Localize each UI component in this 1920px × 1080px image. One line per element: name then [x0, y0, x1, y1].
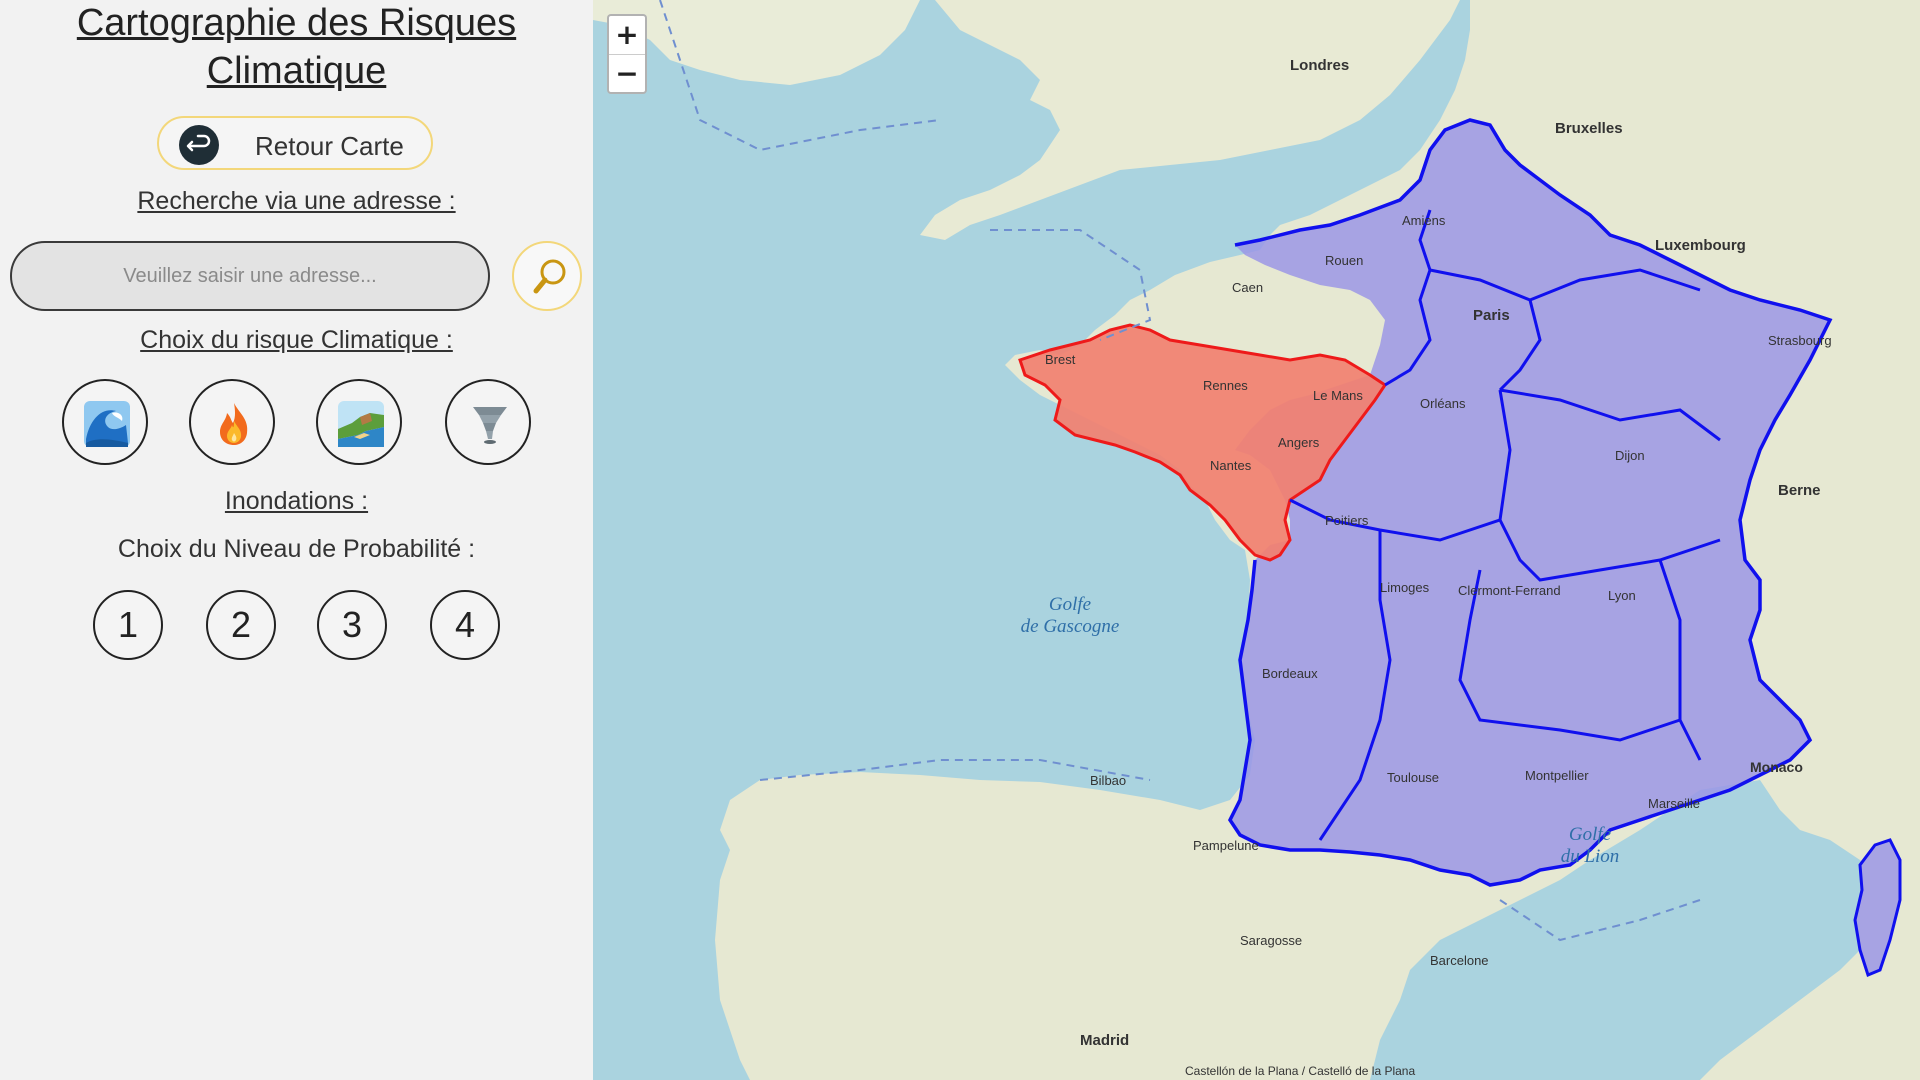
- page-title-line2: Climatique: [206, 50, 387, 92]
- zoom-control: + −: [607, 14, 647, 94]
- map-view[interactable]: Golfe de Gascogne Golfe du Lion Paris Lo…: [593, 0, 1920, 1080]
- map-attribution: Castellón de la Plana / Castelló de la P…: [1185, 1064, 1415, 1078]
- city-label: Berne: [1778, 482, 1821, 499]
- probability-level-3-button[interactable]: 3: [317, 590, 387, 660]
- city-label: Caen: [1232, 280, 1263, 295]
- sea-label-golfe2: Golfe: [1569, 824, 1611, 845]
- page-title-line1: Cartographie des Risques: [76, 2, 517, 44]
- city-label: Toulouse: [1387, 770, 1439, 785]
- zoom-in-button[interactable]: +: [609, 16, 645, 55]
- probability-level-2-button[interactable]: 2: [206, 590, 276, 660]
- city-label: Luxembourg: [1655, 237, 1746, 254]
- city-label: Bordeaux: [1262, 666, 1318, 681]
- city-label: Angers: [1278, 435, 1320, 450]
- fire-icon: [220, 403, 248, 445]
- back-to-map-button[interactable]: Retour Carte: [157, 116, 433, 170]
- risk-heading: Choix du risque Climatique :: [140, 326, 453, 354]
- city-label: Monaco: [1750, 759, 1803, 775]
- sea-label-gascogne: de Gascogne: [1021, 616, 1120, 637]
- city-label: Amiens: [1402, 213, 1446, 228]
- city-label: Brest: [1045, 352, 1076, 367]
- tornado-icon: [473, 407, 507, 444]
- search-heading: Recherche via une adresse :: [137, 187, 456, 215]
- risk-coastal-erosion-button[interactable]: [316, 379, 402, 465]
- city-label: Strasbourg: [1768, 333, 1832, 348]
- city-label: Clermont-Ferrand: [1458, 583, 1561, 598]
- zoom-out-button[interactable]: −: [609, 55, 645, 93]
- back-button-label: Retour Carte: [255, 131, 404, 161]
- city-label: Bilbao: [1090, 773, 1126, 788]
- city-label: Montpellier: [1525, 768, 1589, 783]
- city-label: Dijon: [1615, 448, 1645, 463]
- city-label: Saragosse: [1240, 933, 1302, 948]
- city-label: Limoges: [1380, 580, 1430, 595]
- city-label: Pampelune: [1193, 838, 1259, 853]
- magnifier-icon: [533, 259, 566, 294]
- city-label: Paris: [1473, 307, 1510, 324]
- probability-level-1-button[interactable]: 1: [93, 590, 163, 660]
- map-canvas[interactable]: Golfe de Gascogne Golfe du Lion Paris Lo…: [593, 0, 1920, 1080]
- city-label: Lyon: [1608, 588, 1636, 603]
- city-label: Le Mans: [1313, 388, 1363, 403]
- city-label: Orléans: [1420, 396, 1466, 411]
- search-button[interactable]: [512, 241, 582, 311]
- city-label: Rennes: [1203, 378, 1248, 393]
- coast-erosion-icon: [338, 401, 384, 447]
- city-label: Madrid: [1080, 1032, 1129, 1049]
- probability-level-4-button[interactable]: 4: [430, 590, 500, 660]
- sea-label-lion: du Lion: [1561, 846, 1620, 867]
- city-label: Poitiers: [1325, 513, 1369, 528]
- sidebar: Cartographie des Risques Climatique Reto…: [0, 0, 593, 1080]
- city-label: Nantes: [1210, 458, 1252, 473]
- city-label: Londres: [1290, 57, 1349, 74]
- city-label: Marseille: [1648, 796, 1700, 811]
- arrow-return-icon: [179, 125, 219, 165]
- city-label: Rouen: [1325, 253, 1363, 268]
- risk-fire-button[interactable]: [189, 379, 275, 465]
- address-search-input[interactable]: [10, 241, 490, 311]
- probability-heading: Choix du Niveau de Probabilité :: [117, 535, 476, 563]
- sea-label-golfe: Golfe: [1049, 594, 1091, 615]
- risk-flood-button[interactable]: [62, 379, 148, 465]
- wave-icon: [84, 401, 130, 447]
- selected-risk-heading: Inondations :: [224, 487, 369, 515]
- city-label: Barcelone: [1430, 953, 1489, 968]
- risk-storm-button[interactable]: [445, 379, 531, 465]
- city-label: Bruxelles: [1555, 120, 1623, 137]
